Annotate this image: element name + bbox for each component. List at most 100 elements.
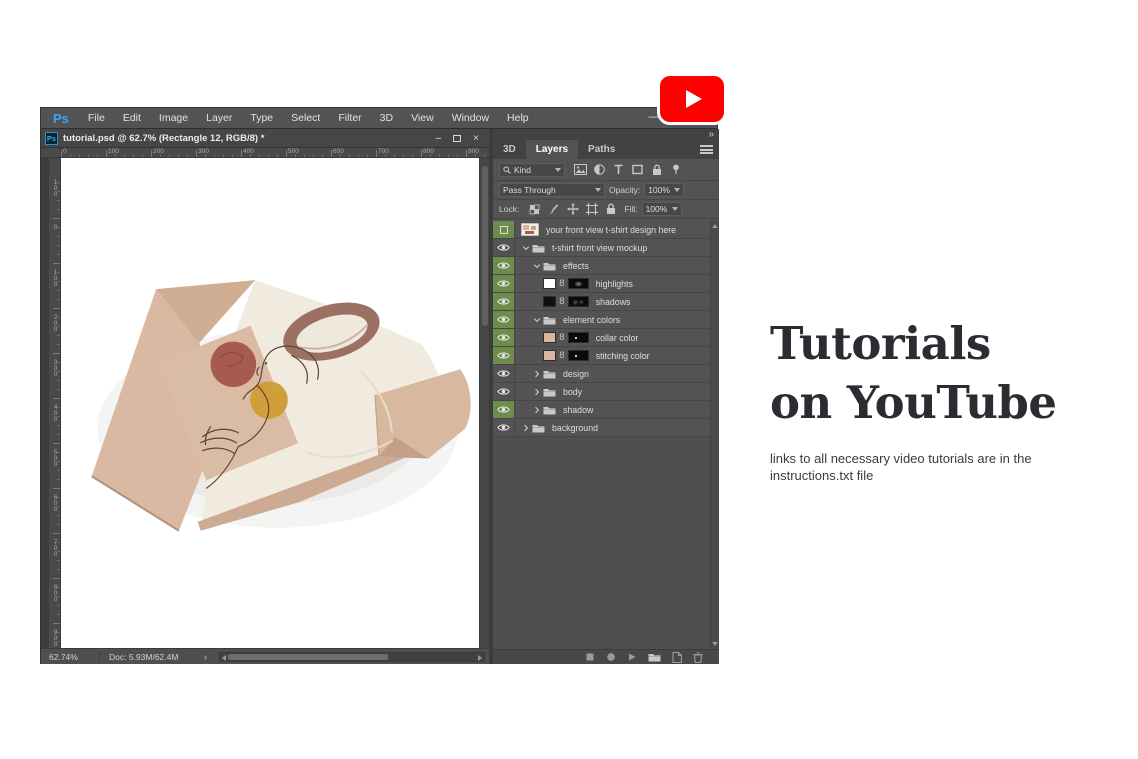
layer-name[interactable]: stitching color xyxy=(596,351,650,361)
chevron-right-icon[interactable] xyxy=(521,424,530,432)
pixel-layers-filter-icon[interactable] xyxy=(572,162,589,177)
layer-row[interactable]: 8collar color xyxy=(493,329,710,347)
menu-item-help[interactable]: Help xyxy=(498,108,538,129)
layer-row[interactable]: effects xyxy=(493,257,710,275)
layer-row[interactable]: t-shirt front view mockup xyxy=(493,239,710,257)
doc-close-button[interactable]: × xyxy=(473,134,479,144)
menu-item-type[interactable]: Type xyxy=(241,108,282,129)
layer-row[interactable]: shadow xyxy=(493,401,710,419)
layer-thumbnail[interactable] xyxy=(543,350,556,361)
horizontal-scrollbar-thumb[interactable] xyxy=(228,654,388,660)
layer-row[interactable]: 8highlights xyxy=(493,275,710,293)
layer-name[interactable]: t-shirt front view mockup xyxy=(552,243,647,253)
visibility-toggle[interactable] xyxy=(493,293,515,310)
lock-transparent-pixels-icon[interactable] xyxy=(526,202,543,217)
chevron-down-icon[interactable] xyxy=(532,316,541,324)
layer-actions-icon[interactable] xyxy=(627,652,637,662)
panel-menu-icon[interactable] xyxy=(700,145,713,154)
visibility-toggle[interactable] xyxy=(493,275,515,292)
scroll-up-arrow-icon[interactable] xyxy=(712,224,718,228)
add-layer-mask-icon[interactable] xyxy=(585,652,595,662)
zoom-level[interactable]: 62.74% xyxy=(49,652,78,662)
layer-name[interactable]: shadow xyxy=(563,405,593,415)
layer-row[interactable]: design xyxy=(493,365,710,383)
menu-item-filter[interactable]: Filter xyxy=(329,108,370,129)
layer-name[interactable]: highlights xyxy=(596,279,633,289)
panel-tab-layers[interactable]: Layers xyxy=(526,140,578,159)
layer-name[interactable]: body xyxy=(563,387,582,397)
delete-layer-icon[interactable] xyxy=(693,652,703,663)
menu-item-layer[interactable]: Layer xyxy=(197,108,241,129)
layer-row[interactable]: element colors xyxy=(493,311,710,329)
lock-all-icon[interactable] xyxy=(602,202,619,217)
document-tab-title[interactable]: tutorial.psd @ 62.7% (Rectangle 12, RGB/… xyxy=(63,133,264,144)
layer-name[interactable]: collar color xyxy=(596,333,639,343)
layer-name[interactable]: background xyxy=(552,423,598,433)
menu-item-file[interactable]: File xyxy=(79,108,114,129)
layer-name[interactable]: element colors xyxy=(563,315,620,325)
menu-item-3d[interactable]: 3D xyxy=(371,108,402,129)
status-popup-arrow[interactable]: › xyxy=(204,652,207,662)
layer-mask-thumbnail[interactable] xyxy=(568,296,589,307)
smart-object-thumbnail[interactable] xyxy=(521,223,539,236)
fill-input[interactable]: 100% xyxy=(642,202,682,216)
lock-artboard-icon[interactable] xyxy=(583,202,600,217)
doc-minimize-button[interactable]: – xyxy=(436,134,442,144)
scroll-left-arrow-icon[interactable] xyxy=(222,655,226,661)
menu-item-select[interactable]: Select xyxy=(282,108,329,129)
adjustment-layers-filter-icon[interactable] xyxy=(591,162,608,177)
layer-mask-thumbnail[interactable] xyxy=(568,278,589,289)
chevron-right-icon[interactable] xyxy=(532,388,541,396)
blend-mode-select[interactable]: Pass Through xyxy=(499,183,605,197)
scroll-down-arrow-icon[interactable] xyxy=(712,642,718,646)
visibility-toggle[interactable] xyxy=(493,383,515,400)
new-adjustment-layer-icon[interactable] xyxy=(606,652,616,662)
visibility-toggle[interactable] xyxy=(493,419,515,436)
lock-image-pixels-icon[interactable] xyxy=(545,202,562,217)
doc-maximize-button[interactable] xyxy=(453,135,461,142)
layers-scrollbar[interactable] xyxy=(710,221,719,649)
new-group-icon[interactable] xyxy=(648,652,661,662)
menu-item-window[interactable]: Window xyxy=(443,108,498,129)
opacity-input[interactable]: 100% xyxy=(644,183,684,197)
vertical-scrollbar[interactable] xyxy=(479,158,489,648)
layer-row[interactable]: background xyxy=(493,419,710,437)
visibility-toggle[interactable] xyxy=(493,401,515,418)
vertical-scrollbar-thumb[interactable] xyxy=(482,166,488,326)
horizontal-scrollbar[interactable] xyxy=(219,652,485,662)
visibility-toggle[interactable] xyxy=(493,257,515,274)
layer-name[interactable]: shadows xyxy=(596,297,631,307)
layer-name[interactable]: your front view t-shirt design here xyxy=(546,225,676,235)
visibility-toggle[interactable] xyxy=(493,347,515,364)
visibility-toggle[interactable] xyxy=(493,239,515,256)
new-layer-icon[interactable] xyxy=(672,652,682,663)
chevron-down-icon[interactable] xyxy=(521,244,530,252)
type-layers-filter-icon[interactable] xyxy=(610,162,627,177)
chevron-down-icon[interactable] xyxy=(532,262,541,270)
youtube-badge[interactable] xyxy=(657,73,727,125)
lock-position-icon[interactable] xyxy=(564,202,581,217)
layer-row[interactable]: body xyxy=(493,383,710,401)
chevron-right-icon[interactable] xyxy=(532,406,541,414)
visibility-toggle[interactable] xyxy=(493,365,515,382)
menu-item-edit[interactable]: Edit xyxy=(114,108,150,129)
visibility-toggle[interactable] xyxy=(493,329,515,346)
panel-tab-paths[interactable]: Paths xyxy=(578,140,625,159)
scroll-right-arrow-icon[interactable] xyxy=(478,655,482,661)
layer-row[interactable]: your front view t-shirt design here xyxy=(493,221,710,239)
layer-name[interactable]: design xyxy=(563,369,589,379)
panel-tab-3d[interactable]: 3D xyxy=(493,140,526,159)
shape-layers-filter-icon[interactable] xyxy=(629,162,646,177)
visibility-toggle[interactable] xyxy=(493,311,515,328)
locked-layers-filter-icon[interactable] xyxy=(648,162,665,177)
chevron-right-icon[interactable] xyxy=(532,370,541,378)
layer-row[interactable]: 8stitching color xyxy=(493,347,710,365)
layer-mask-thumbnail[interactable] xyxy=(568,332,589,343)
layer-name[interactable]: effects xyxy=(563,261,589,271)
filter-kind-select[interactable]: Kind xyxy=(499,163,565,177)
menu-item-view[interactable]: View xyxy=(402,108,443,129)
layer-mask-thumbnail[interactable] xyxy=(568,350,589,361)
collapse-panels-icon[interactable]: » xyxy=(708,129,713,140)
layer-thumbnail[interactable] xyxy=(543,332,556,343)
canvas[interactable] xyxy=(61,158,479,648)
